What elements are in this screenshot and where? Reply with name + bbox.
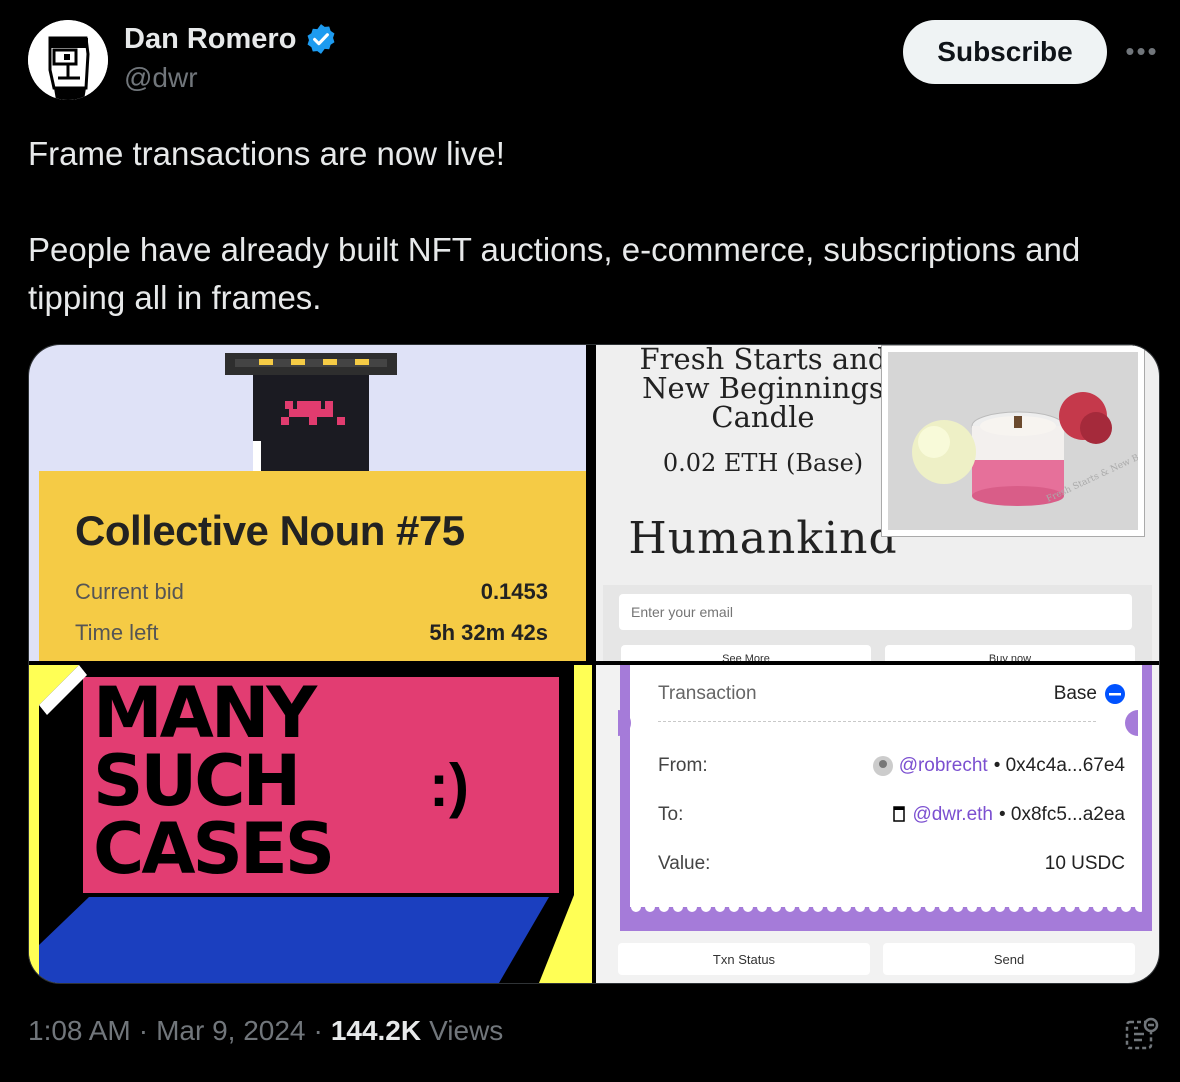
tweet-date[interactable]: Mar 9, 2024 bbox=[156, 1015, 305, 1047]
transaction-label: Transaction bbox=[658, 683, 757, 704]
dwr-avatar-icon bbox=[893, 806, 906, 822]
author-name[interactable]: Dan Romero bbox=[124, 22, 338, 56]
base-network-icon bbox=[1105, 684, 1125, 704]
ticket-scallop-edge bbox=[630, 907, 1142, 919]
from-value: @robrecht • 0x4c4a...67e4 bbox=[872, 755, 1125, 777]
noun-character-illustration bbox=[225, 353, 397, 471]
network-name: Base bbox=[1053, 683, 1097, 704]
views-count: 144.2K bbox=[330, 1015, 422, 1046]
time-left-value: 5h 32m 42s bbox=[429, 620, 548, 645]
product-title-line-3: Candle bbox=[711, 400, 815, 434]
tweet-line-2: People have already built NFT auctions, … bbox=[28, 231, 1081, 316]
value-label: Value: bbox=[658, 853, 711, 874]
brand-name: Humankind bbox=[628, 513, 898, 564]
media-cases-frame[interactable]: MANY SUCH CASES :) bbox=[29, 665, 592, 983]
robrecht-avatar-icon bbox=[872, 756, 893, 776]
from-address: • 0x4c4a...67e4 bbox=[993, 755, 1125, 776]
see-more-button[interactable]: See More bbox=[621, 645, 871, 661]
media-shop-frame[interactable]: Fresh Starts and New Beginnings Candle 0… bbox=[596, 345, 1159, 661]
time-left-label: Time left bbox=[75, 620, 159, 645]
email-input[interactable] bbox=[619, 594, 1132, 630]
analytics-icon[interactable] bbox=[1124, 1016, 1160, 1052]
product-title: Fresh Starts and New Beginnings Candle bbox=[618, 345, 908, 432]
value-amount: 10 USDC bbox=[1044, 853, 1125, 874]
tweet-text: Frame transactions are now live! People … bbox=[28, 130, 1158, 322]
send-button[interactable]: Send bbox=[883, 943, 1135, 975]
product-title-line-2: New Beginnings bbox=[642, 371, 884, 405]
cases-line-2: SUCH bbox=[93, 740, 301, 822]
to-label: To: bbox=[658, 804, 684, 825]
product-photo: Fresh Starts & New Beginnings bbox=[881, 345, 1159, 537]
media-auction-frame[interactable]: Collective Noun #75 Current bid 0.1453 T… bbox=[29, 345, 586, 661]
product-price: 0.02 ETH (Base) bbox=[662, 449, 864, 477]
avatar[interactable] bbox=[28, 20, 108, 100]
meta-separator-1: · bbox=[138, 1015, 149, 1046]
author-handle[interactable]: @dwr bbox=[124, 62, 198, 94]
candle-image: Fresh Starts & New Beginnings bbox=[888, 352, 1159, 530]
views-label: Views bbox=[429, 1015, 504, 1046]
divider bbox=[658, 721, 1096, 722]
author-name-text[interactable]: Dan Romero bbox=[124, 23, 296, 56]
buy-now-button[interactable]: Buy now bbox=[885, 645, 1135, 661]
from-handle-link[interactable]: @robrecht bbox=[899, 755, 988, 777]
to-address: • 0x8fc5...a2ea bbox=[998, 804, 1125, 825]
smiley-face: :) bbox=[429, 752, 469, 819]
media-transaction-frame[interactable]: Transaction Base From: @robrecht • 0x4c4… bbox=[596, 665, 1159, 983]
to-value: @dwr.eth • 0x8fc5...a2ea bbox=[892, 804, 1125, 826]
ticket-notch-right-icon bbox=[1125, 710, 1138, 736]
meta-separator-2: · bbox=[313, 1015, 323, 1046]
tweet-time[interactable]: 1:08 AM bbox=[28, 1015, 131, 1047]
from-label: From: bbox=[658, 755, 708, 776]
media-grid: Collective Noun #75 Current bid 0.1453 T… bbox=[28, 344, 1160, 984]
product-title-line-1: Fresh Starts and bbox=[639, 345, 887, 376]
auction-title: Collective Noun #75 bbox=[75, 507, 465, 554]
more-options-icon[interactable]: ••• bbox=[1125, 36, 1159, 66]
cases-line-1: MANY bbox=[93, 672, 317, 754]
tweet-line-1: Frame transactions are now live! bbox=[28, 135, 505, 172]
to-handle-link[interactable]: @dwr.eth bbox=[912, 804, 993, 826]
network-badge: Base bbox=[1054, 683, 1125, 705]
current-bid-value: 0.1453 bbox=[480, 579, 548, 604]
cases-line-3: CASES bbox=[93, 808, 335, 890]
cases-text: MANY SUCH CASES bbox=[93, 672, 335, 890]
ticket-notch-left-icon bbox=[618, 710, 631, 736]
txn-status-button[interactable]: Txn Status bbox=[618, 943, 870, 975]
current-bid-label: Current bid bbox=[75, 579, 184, 604]
tweet-meta: 1:08 AM · Mar 9, 2024 · 144.2K Views bbox=[28, 1015, 503, 1047]
verified-badge-icon bbox=[307, 24, 335, 54]
subscribe-button[interactable]: Subscribe bbox=[903, 20, 1107, 84]
